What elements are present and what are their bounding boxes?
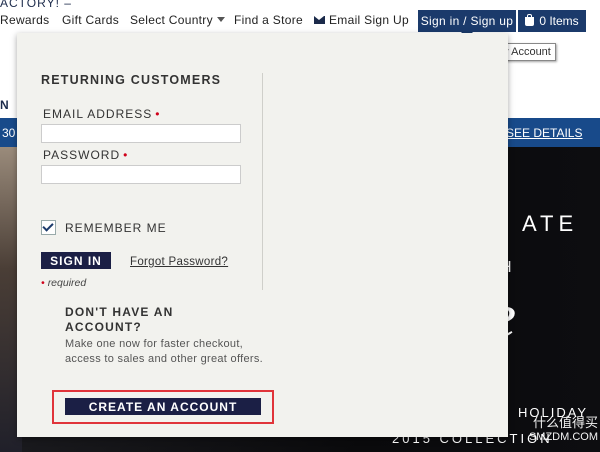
- hero-headline: ATE: [522, 211, 579, 236]
- email-signup-label: Email Sign Up: [329, 13, 409, 27]
- bag-count: 0 Items: [539, 14, 579, 28]
- nav-email-signup-link[interactable]: Email Sign Up: [314, 13, 409, 27]
- watermark: 什么值得买 SMZDM.COM: [498, 412, 598, 443]
- panel-divider: [262, 73, 263, 290]
- shopping-bag-icon: [525, 14, 535, 26]
- nav-find-store-link[interactable]: Find a Store: [234, 13, 303, 27]
- required-marker: •: [155, 107, 161, 121]
- watermark-cn: 什么值得买: [532, 415, 598, 430]
- promo-text: 30: [2, 126, 16, 140]
- watermark-url: SMZDM.COM: [528, 431, 598, 443]
- password-field[interactable]: [41, 165, 241, 184]
- password-label: PASSWORD •: [43, 148, 128, 162]
- required-marker: •: [41, 277, 45, 289]
- password-label-text: PASSWORD: [43, 148, 121, 162]
- select-country-label: Select Country: [130, 13, 213, 27]
- envelope-icon: [314, 16, 325, 24]
- see-details-link[interactable]: SEE DETAILS: [506, 126, 582, 140]
- nav-gift-cards-link[interactable]: Gift Cards: [62, 13, 119, 27]
- new-account-heading: DON'T HAVE AN ACCOUNT?: [65, 305, 174, 334]
- shopping-bag-button[interactable]: 0 Items: [518, 10, 586, 32]
- sign-in-button[interactable]: SIGN IN: [41, 252, 111, 269]
- email-field[interactable]: [41, 124, 241, 143]
- remember-me-checkbox[interactable]: [41, 220, 56, 235]
- chevron-down-icon: [216, 17, 225, 22]
- create-account-button[interactable]: CREATE AN ACCOUNT: [65, 398, 261, 415]
- required-note: • required: [41, 277, 86, 289]
- brand-name: ACTORY! –: [0, 0, 72, 10]
- top-navigation: ACTORY! – Rewards Gift Cards Select Coun…: [0, 0, 600, 32]
- nav-rewards-link[interactable]: Rewards: [0, 13, 49, 27]
- remember-me-label[interactable]: REMEMBER ME: [65, 221, 167, 235]
- required-marker: •: [123, 148, 129, 162]
- forgot-password-link[interactable]: Forgot Password?: [130, 256, 228, 268]
- returning-customers-heading: RETURNING CUSTOMERS: [41, 73, 222, 87]
- select-country-dropdown[interactable]: Select Country: [130, 13, 225, 27]
- new-account-description: Make one now for faster checkout, access…: [65, 338, 263, 365]
- email-label: EMAIL ADDRESS •: [43, 107, 160, 121]
- sign-in-tab[interactable]: Sign in / Sign up: [418, 10, 516, 32]
- sign-in-dropdown: RETURNING CUSTOMERS EMAIL ADDRESS • PASSW…: [17, 33, 508, 437]
- required-note-text: required: [47, 277, 87, 289]
- category-nav-item[interactable]: N: [0, 98, 9, 112]
- email-label-text: EMAIL ADDRESS: [43, 107, 153, 121]
